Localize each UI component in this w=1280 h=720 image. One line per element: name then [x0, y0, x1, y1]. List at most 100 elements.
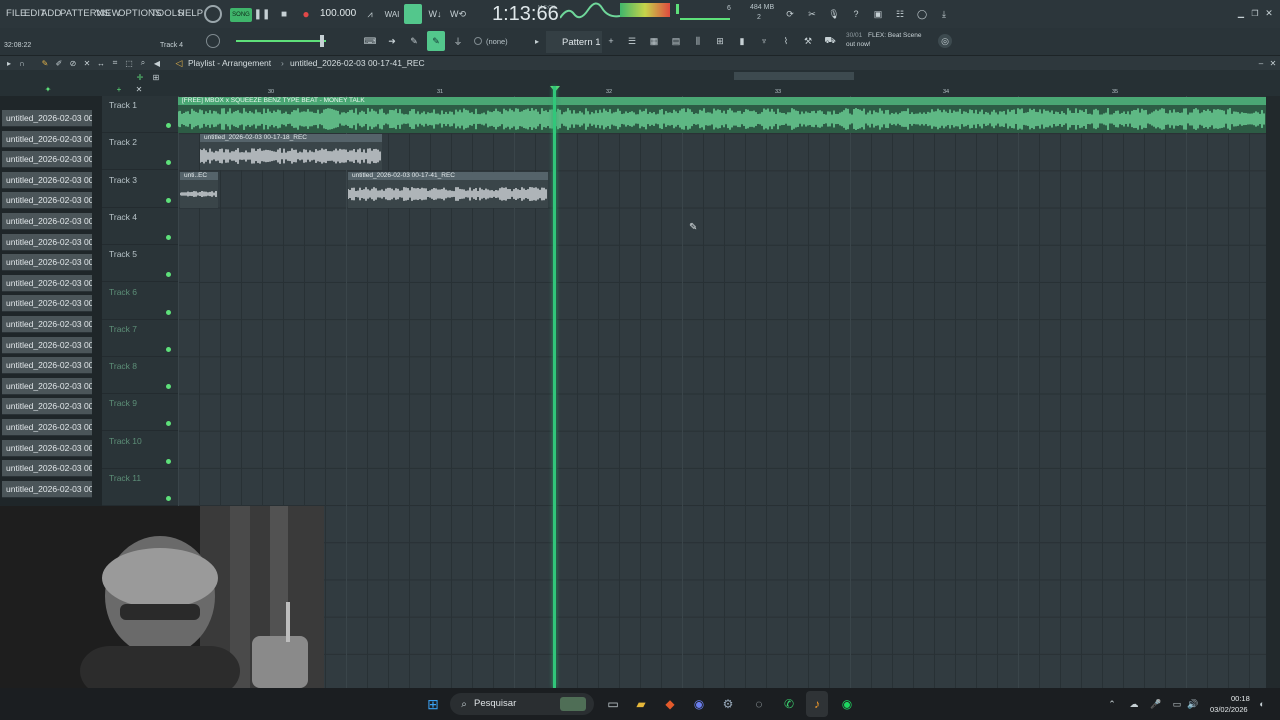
clock-time[interactable]: 00:18 — [1231, 694, 1250, 703]
track-header[interactable]: Track 1 — [102, 96, 178, 133]
news-headline[interactable]: FLEX: Beat Scene — [868, 32, 921, 39]
recording-knob-icon[interactable] — [204, 5, 222, 23]
browser-file-item[interactable]: untitled_2026-02-03 00-... — [2, 316, 92, 333]
browser-file-item[interactable]: untitled_2026-02-03 00-... — [2, 233, 92, 251]
playlist-grid[interactable]: [FREE] MBOX x SQUEEZE BENZ TYPE BEAT - M… — [178, 96, 1266, 688]
brave-browser-icon[interactable]: ◆ — [661, 696, 679, 712]
task-view-icon[interactable]: ▭ — [604, 696, 622, 712]
add-track-icon[interactable]: + — [114, 84, 124, 94]
close-icon[interactable]: ✕ — [1264, 7, 1274, 19]
pattern-selector[interactable]: Pattern 1 — [546, 31, 602, 53]
master-pitch-marker[interactable] — [676, 4, 679, 14]
browser-file-item[interactable]: untitled_2026-02-03 00-... — [2, 336, 92, 354]
blend-notes-icon[interactable]: W↓ — [427, 6, 443, 22]
add-pattern-icon[interactable]: + — [605, 34, 617, 48]
countdown-toggle[interactable] — [404, 4, 422, 24]
playlist-icon[interactable]: ☰ — [624, 34, 640, 48]
news-subline[interactable]: out now! — [846, 41, 871, 48]
microphone-icon[interactable]: 🎙 — [826, 6, 842, 22]
wait-input-icon[interactable]: WAI — [383, 6, 401, 22]
track-header[interactable]: Track 3 — [102, 171, 178, 208]
playback-tool-icon[interactable]: ◀ — [152, 57, 162, 69]
notification-icon[interactable]: ◐ — [1256, 697, 1268, 711]
browser-file-item[interactable]: untitled_2026-02-03 00-... — [2, 357, 92, 375]
browser-file-item[interactable]: untitled_2026-02-03 00-... — [2, 377, 92, 395]
pause-icon[interactable]: ❚❚ — [254, 6, 271, 22]
track-enable-dot[interactable] — [166, 234, 171, 240]
stack-icon[interactable]: ⊞ — [150, 72, 162, 82]
vertical-scrollbar[interactable] — [1266, 96, 1280, 688]
save-icon[interactable]: ▣ — [870, 6, 886, 22]
pan-knob-icon[interactable] — [206, 34, 220, 48]
track-enable-dot[interactable] — [166, 421, 171, 427]
browser-file-item[interactable]: untitled_2026-02-03 00-... — [2, 171, 92, 189]
track-header[interactable]: Track 9 — [102, 394, 178, 432]
mute-tool-icon[interactable]: ✕ — [82, 57, 92, 69]
track-header[interactable]: Track 6 — [102, 283, 178, 320]
stamp-icon[interactable]: ⏚ — [450, 34, 466, 48]
mic-tray-icon[interactable]: 🎤 — [1150, 697, 1162, 711]
track-enable-dot[interactable] — [166, 123, 171, 128]
browser-file-item[interactable]: untitled_2026-02-03 00-... — [2, 439, 92, 457]
breadcrumb-file[interactable]: untitled_2026-02-03 00-17-41_REC — [290, 58, 425, 68]
track-enable-dot[interactable] — [166, 160, 171, 166]
playlist-minimize-icon[interactable]: – — [1256, 57, 1266, 69]
file-explorer-icon[interactable]: ▰ — [632, 696, 650, 712]
song-position-display[interactable]: 1:13:66 — [492, 3, 559, 26]
paint-tool-icon[interactable]: ✎ — [427, 31, 445, 51]
stop-icon[interactable]: ■ — [276, 6, 292, 22]
keyboard-icon[interactable]: ⌨ — [362, 34, 378, 48]
browser-file-item[interactable]: untitled_2026-02-03 00-... — [2, 151, 92, 169]
channel-rack-icon[interactable]: ▤ — [668, 34, 684, 48]
app-icon[interactable]: ◌ — [750, 696, 768, 712]
track-header[interactable]: Track 10 — [102, 432, 178, 469]
tray-chevron-icon[interactable]: ⌃ — [1106, 697, 1118, 711]
snap-arrow-icon[interactable]: ✛ — [134, 72, 146, 82]
steam-icon[interactable]: ⚙ — [719, 696, 737, 712]
restore-icon[interactable]: ❐ — [1250, 7, 1260, 19]
track-enable-dot[interactable] — [166, 309, 171, 315]
record-icon[interactable]: ● — [298, 6, 314, 22]
cut-icon[interactable]: ✂ — [804, 6, 820, 22]
main-volume-handle[interactable] — [320, 35, 324, 47]
playlist-menu-icon[interactable]: ▸ — [4, 57, 14, 69]
refresh-icon[interactable]: ⟳ — [782, 6, 798, 22]
track-enable-dot[interactable] — [166, 496, 171, 501]
browser-icon[interactable]: ⊞ — [712, 34, 728, 48]
windows-start-icon[interactable]: ⊞ — [424, 695, 442, 713]
master-volume-slider[interactable] — [680, 18, 730, 20]
draw-tool-icon[interactable]: ✎ — [40, 57, 50, 69]
minimize-icon[interactable]: ▁ — [1236, 7, 1246, 19]
slice-tool-icon[interactable]: ⌗ — [110, 57, 120, 69]
menu-view[interactable]: VIEW — [96, 8, 121, 19]
track-enable-dot[interactable] — [166, 458, 171, 464]
cloud-icon[interactable]: ☁ — [1128, 697, 1140, 711]
track-header[interactable]: Track 2 — [102, 133, 178, 171]
tools-icon[interactable]: ⚒ — [800, 34, 816, 48]
close-tracks-icon[interactable]: ✕ — [134, 84, 144, 94]
song-mode-toggle[interactable]: SONG — [230, 8, 252, 22]
track-enable-dot[interactable] — [166, 346, 171, 352]
track-header[interactable]: Track 8 — [102, 357, 178, 395]
browser-file-item[interactable]: untitled_2026-02-03 00-... — [2, 398, 92, 416]
browser-file-item[interactable]: untitled_2026-02-03 00-... — [2, 419, 92, 436]
track-enable-dot[interactable] — [166, 272, 171, 278]
track-enable-dot[interactable] — [166, 384, 171, 390]
snap-selector[interactable]: (none) — [486, 37, 508, 46]
track-header[interactable]: Track 5 — [102, 245, 178, 283]
browser-file-item[interactable]: untitled_2026-02-03 00-... — [2, 192, 92, 210]
timeline-ruler[interactable]: ✛ ⊞ + ✕ ✦ 30 31 32 33 34 35 — [0, 70, 1280, 96]
spotify-icon[interactable]: ◉ — [838, 696, 856, 712]
slip-tool-icon[interactable]: ↔ — [96, 57, 106, 69]
browser-file-item[interactable]: untitled_2026-02-03 00-... — [2, 460, 92, 478]
browser-file-item[interactable]: untitled_2026-02-03 00-... — [2, 213, 92, 230]
audio-clip[interactable]: unti..EC — [180, 172, 218, 208]
playlist-close-icon[interactable]: ✕ — [1268, 57, 1278, 69]
clock-date[interactable]: 03/02/2026 — [1210, 705, 1248, 714]
download-icon[interactable]: ⤓ — [936, 6, 952, 22]
brush-icon[interactable]: ⌇ — [778, 34, 794, 48]
browser-file-item[interactable]: untitled_2026-02-03 00-... — [2, 274, 92, 292]
browser-file-item[interactable]: untitled_2026-02-03 00-... — [2, 254, 92, 272]
menu-help[interactable]: HELP — [178, 8, 203, 19]
arrow-right-icon[interactable]: ➜ — [384, 34, 400, 48]
